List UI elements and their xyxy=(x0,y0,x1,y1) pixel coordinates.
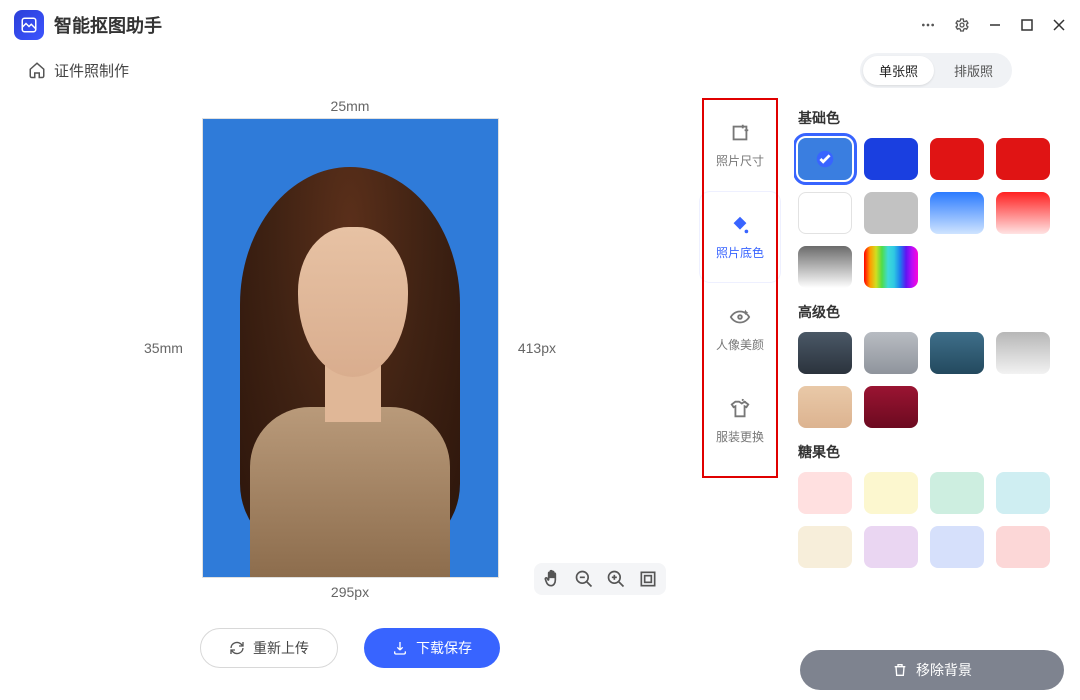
gear-icon[interactable] xyxy=(954,17,970,33)
photo-preview[interactable] xyxy=(203,119,498,577)
dimension-left: 35mm xyxy=(144,340,183,356)
tooltab-beauty-label: 人像美颜 xyxy=(716,336,764,353)
crop-icon xyxy=(729,122,751,144)
reupload-label: 重新上传 xyxy=(253,638,309,658)
tab-single[interactable]: 单张照 xyxy=(863,56,934,85)
photo-frame xyxy=(202,118,499,578)
zoom-out-icon[interactable] xyxy=(574,569,594,589)
candy-swatch-6[interactable] xyxy=(930,526,984,568)
download-label: 下载保存 xyxy=(416,638,472,658)
candy-swatch-1[interactable] xyxy=(864,472,918,514)
section-basic-title: 基础色 xyxy=(798,108,1066,128)
tooltab-size-label: 照片尺寸 xyxy=(716,152,764,169)
canvas-toolbar xyxy=(534,563,666,595)
hand-icon[interactable] xyxy=(542,569,562,589)
candy-swatch-4[interactable] xyxy=(798,526,852,568)
tooltab-dress-label: 服装更换 xyxy=(716,428,764,445)
dimension-right: 413px xyxy=(518,340,556,356)
download-button[interactable]: 下载保存 xyxy=(364,628,500,668)
basic-swatch-8[interactable] xyxy=(798,246,852,288)
breadcrumb-label: 证件照制作 xyxy=(54,60,129,81)
refresh-icon xyxy=(229,640,245,656)
basic-swatch-5[interactable] xyxy=(864,192,918,234)
color-panel: 基础色 高级色 糖果色 移除背景 xyxy=(780,90,1080,700)
breadcrumb[interactable]: 证件照制作 xyxy=(28,60,129,81)
candy-swatch-7[interactable] xyxy=(996,526,1050,568)
maximize-icon[interactable] xyxy=(1020,18,1034,32)
zoom-in-icon[interactable] xyxy=(606,569,626,589)
candy-swatch-5[interactable] xyxy=(864,526,918,568)
basic-swatch-0[interactable] xyxy=(798,138,852,180)
candy-swatch-3[interactable] xyxy=(996,472,1050,514)
advanced-swatch-4[interactable] xyxy=(798,386,852,428)
advanced-swatch-3[interactable] xyxy=(996,332,1050,374)
advanced-swatch-0[interactable] xyxy=(798,332,852,374)
fit-icon[interactable] xyxy=(638,569,658,589)
basic-swatch-2[interactable] xyxy=(930,138,984,180)
remove-bg-button[interactable]: 移除背景 xyxy=(800,650,1064,690)
candy-swatch-2[interactable] xyxy=(930,472,984,514)
tooltab-bgcolor[interactable]: 照片底色 xyxy=(700,192,780,282)
download-icon xyxy=(392,640,408,656)
advanced-swatch-5[interactable] xyxy=(864,386,918,428)
basic-swatch-7[interactable] xyxy=(996,192,1050,234)
basic-swatch-4[interactable] xyxy=(798,192,852,234)
person-silhouette xyxy=(220,147,480,577)
section-advanced-title: 高级色 xyxy=(798,302,1066,322)
remove-bg-label: 移除背景 xyxy=(916,660,972,680)
paint-icon xyxy=(729,214,751,236)
dimension-top: 25mm xyxy=(24,98,676,114)
tooltab-beauty[interactable]: 人像美颜 xyxy=(700,284,780,374)
view-toggle: 单张照 排版照 xyxy=(860,53,1012,88)
basic-swatch-3[interactable] xyxy=(996,138,1050,180)
tool-tabs: 照片尺寸 照片底色 人像美颜 服装更换 xyxy=(700,90,780,700)
tshirt-icon xyxy=(729,398,751,420)
home-icon xyxy=(28,61,46,79)
close-icon[interactable] xyxy=(1052,18,1066,32)
advanced-swatch-1[interactable] xyxy=(864,332,918,374)
basic-swatch-6[interactable] xyxy=(930,192,984,234)
minimize-icon[interactable] xyxy=(988,18,1002,32)
advanced-swatch-2[interactable] xyxy=(930,332,984,374)
reupload-button[interactable]: 重新上传 xyxy=(200,628,338,668)
tooltab-bgcolor-label: 照片底色 xyxy=(716,244,764,261)
eye-sparkle-icon xyxy=(729,306,751,328)
tooltab-size[interactable]: 照片尺寸 xyxy=(700,100,780,190)
basic-swatch-1[interactable] xyxy=(864,138,918,180)
tooltab-dress[interactable]: 服装更换 xyxy=(700,376,780,466)
basic-swatch-9[interactable] xyxy=(864,246,918,288)
app-logo xyxy=(14,10,44,40)
more-icon[interactable] xyxy=(920,17,936,33)
trash-icon xyxy=(892,662,908,678)
section-candy-title: 糖果色 xyxy=(798,442,1066,462)
candy-swatch-0[interactable] xyxy=(798,472,852,514)
tab-layout[interactable]: 排版照 xyxy=(938,56,1009,85)
app-title: 智能抠图助手 xyxy=(54,12,162,38)
